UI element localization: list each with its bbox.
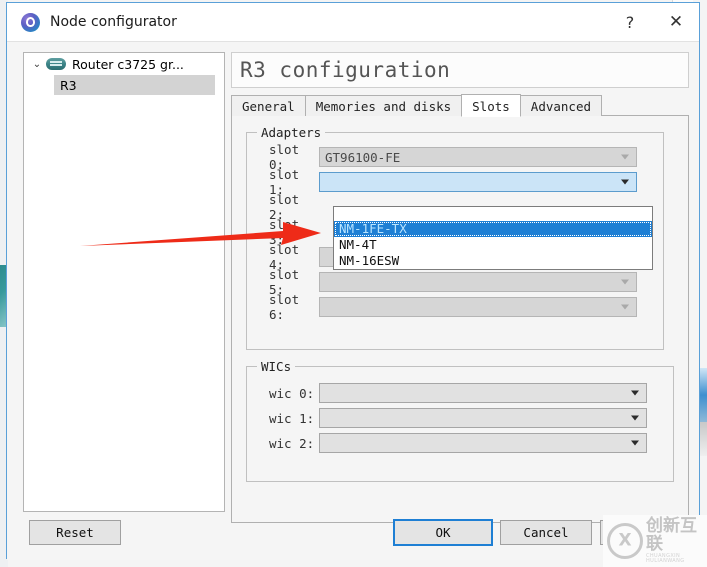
watermark-text: 创新互联 CHUANGXIN HULIANWANG	[646, 515, 707, 564]
slot-5-combobox[interactable]	[319, 272, 637, 292]
tab-slots[interactable]: Slots	[461, 94, 521, 117]
tree-child-label: R3	[60, 77, 77, 93]
adapter-row-slot-0: slot 0: GT96100-FE	[247, 142, 663, 172]
tab-memories-and-disks[interactable]: Memories and disks	[304, 95, 463, 116]
tab-bar: General Memories and disks Slots Advance…	[231, 94, 689, 117]
wic-0-label: wic 0:	[269, 385, 315, 401]
chevron-down-icon	[631, 440, 639, 446]
chevron-down-icon	[621, 179, 629, 185]
wic-2-label: wic 2:	[269, 435, 315, 451]
wic-1-label: wic 1:	[269, 410, 315, 426]
dropdown-option-nm-16esw[interactable]: NM-16ESW	[334, 253, 652, 269]
watermark-en: CHUANGXIN HULIANWANG	[646, 552, 685, 564]
tab-general[interactable]: General	[231, 95, 306, 116]
wics-group: WICs wic 0: wic 1: wic 2:	[246, 359, 674, 482]
wic-row-2: wic 2:	[247, 433, 673, 453]
wic-row-0: wic 0:	[247, 383, 673, 403]
wic-1-combobox[interactable]	[319, 408, 647, 428]
slots-tab-page: Adapters slot 0: GT96100-FE slot 1: slot…	[231, 115, 689, 523]
chevron-down-icon	[631, 415, 639, 421]
adapter-row-slot-6: slot 6:	[247, 292, 663, 322]
window-title: Node configurator	[50, 14, 177, 30]
watermark-cn: 创新互联	[646, 515, 697, 554]
chevron-down-icon	[621, 304, 629, 310]
dropdown-empty-option[interactable]	[334, 207, 652, 221]
tree-item-r3[interactable]: R3	[54, 75, 215, 95]
slot-0-combobox[interactable]: GT96100-FE	[319, 147, 637, 167]
wic-2-combobox[interactable]	[319, 433, 647, 453]
adapters-group-label: Adapters	[257, 125, 326, 140]
tab-advanced[interactable]: Advanced	[519, 95, 603, 116]
window-controls: ? ✕	[607, 3, 699, 41]
reset-button[interactable]: Reset	[29, 520, 121, 545]
help-icon[interactable]: ?	[607, 3, 653, 41]
page-title: R3 configuration	[231, 52, 689, 88]
node-tree-panel[interactable]: ⌄ Router c3725 gr... R3	[23, 52, 225, 512]
wic-0-combobox[interactable]	[319, 383, 647, 403]
chevron-down-icon	[621, 154, 629, 160]
chevron-down-icon	[631, 390, 639, 396]
chevron-down-icon[interactable]: ⌄	[30, 57, 44, 71]
router-icon	[46, 58, 66, 70]
wic-row-1: wic 1:	[247, 408, 673, 428]
watermark: 创新互联 CHUANGXIN HULIANWANG	[603, 515, 707, 567]
slot-1-dropdown-list[interactable]: NM-1FE-TX NM-4T NM-16ESW	[333, 206, 653, 270]
dialog-body: ⌄ Router c3725 gr... R3 R3 configuration…	[7, 42, 700, 560]
adapter-row-slot-5: slot 5:	[247, 267, 663, 297]
cancel-button[interactable]: Cancel	[500, 520, 592, 545]
node-configurator-dialog: Node configurator ? ✕ ⌄ Router c3725 gr.…	[6, 2, 700, 560]
tree-root-label: Router c3725 gr...	[72, 56, 184, 72]
adapter-row-slot-1: slot 1:	[247, 167, 663, 197]
wics-group-label: WICs	[257, 359, 296, 374]
slot-1-combobox[interactable]	[319, 172, 637, 192]
ok-button[interactable]: OK	[393, 519, 493, 546]
configuration-pane: R3 configuration General Memories and di…	[231, 52, 689, 523]
slot-6-combobox[interactable]	[319, 297, 637, 317]
title-bar: Node configurator ? ✕	[7, 3, 699, 42]
tree-item-router-group[interactable]: ⌄ Router c3725 gr...	[24, 53, 224, 75]
watermark-logo-icon	[607, 523, 643, 559]
slot-6-label: slot 6:	[269, 292, 300, 322]
close-icon[interactable]: ✕	[653, 3, 699, 41]
dropdown-option-nm-1fe-tx[interactable]: NM-1FE-TX	[334, 221, 652, 237]
dialog-button-bar: Reset OK Cancel	[7, 512, 700, 560]
chevron-down-icon	[621, 279, 629, 285]
adapters-group: Adapters slot 0: GT96100-FE slot 1: slot…	[246, 125, 664, 350]
slot-0-value: GT96100-FE	[325, 149, 401, 165]
dropdown-option-nm-4t[interactable]: NM-4T	[334, 237, 652, 253]
gns3-logo-icon	[21, 12, 40, 32]
